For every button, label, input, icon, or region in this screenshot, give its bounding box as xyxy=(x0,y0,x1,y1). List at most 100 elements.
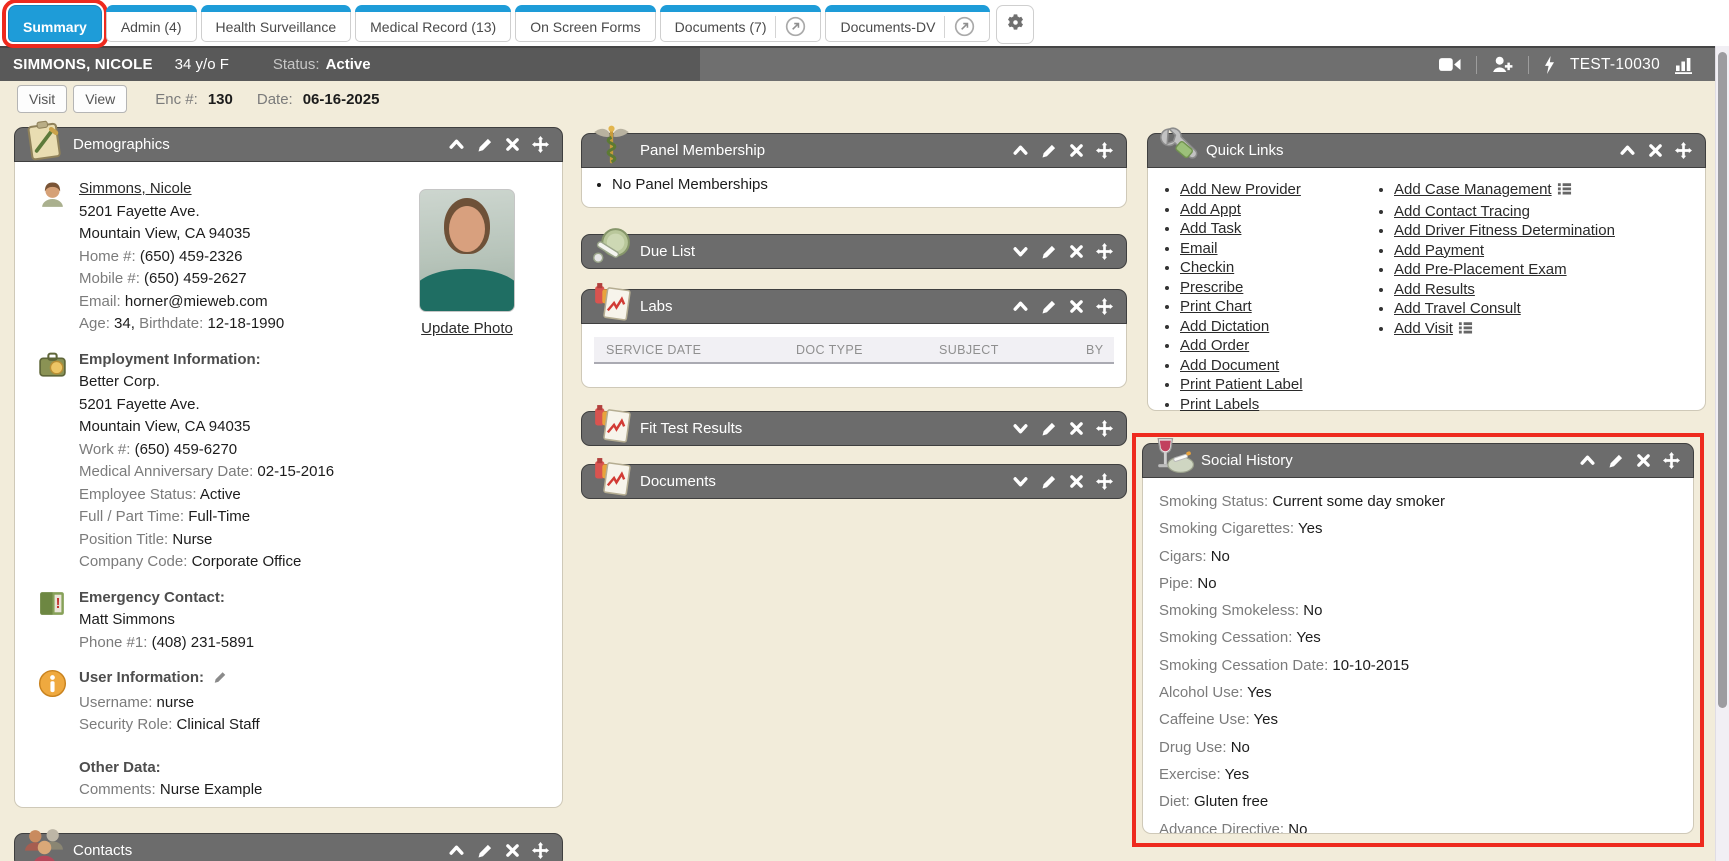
menu-list-icon[interactable] xyxy=(1557,181,1572,202)
move-cross-icon[interactable] xyxy=(532,136,549,153)
move-cross-icon[interactable] xyxy=(1675,142,1692,159)
popout-arrow-icon[interactable] xyxy=(775,16,806,38)
visit-button[interactable]: Visit xyxy=(17,85,67,113)
close-x-icon[interactable] xyxy=(1069,299,1084,314)
edit-pencil-icon[interactable] xyxy=(1041,143,1057,159)
close-x-icon[interactable] xyxy=(1648,143,1663,158)
due-list-header[interactable]: Due List xyxy=(581,234,1127,269)
collapse-chevron-icon[interactable] xyxy=(1012,298,1029,315)
patient-photo-block: Update Photo xyxy=(419,189,515,337)
settings-gear-button[interactable] xyxy=(996,5,1034,44)
vertical-scrollbar[interactable] xyxy=(1715,46,1729,861)
column-header[interactable]: SERVICE DATE xyxy=(594,343,784,357)
quick-link[interactable]: Print Chart xyxy=(1180,298,1252,315)
tab-summary[interactable]: Summary xyxy=(8,5,102,42)
edit-pencil-icon[interactable] xyxy=(1041,474,1057,490)
update-photo-link[interactable]: Update Photo xyxy=(421,320,513,337)
close-x-icon[interactable] xyxy=(1069,474,1084,489)
edit-pencil-icon[interactable] xyxy=(1041,244,1057,260)
lightning-bolt-icon[interactable] xyxy=(1544,56,1555,74)
move-cross-icon[interactable] xyxy=(1096,298,1113,315)
collapse-chevron-icon[interactable] xyxy=(448,842,465,859)
quick-link[interactable]: Checkin xyxy=(1180,259,1234,276)
section-heading: Employment Information: xyxy=(79,349,544,372)
bar-chart-icon[interactable] xyxy=(1675,56,1695,74)
menu-list-icon[interactable] xyxy=(1458,320,1473,341)
quick-link[interactable]: Add Case Management xyxy=(1394,181,1552,198)
quick-link[interactable]: Add Travel Consult xyxy=(1394,300,1521,317)
expand-chevron-icon[interactable] xyxy=(1012,473,1029,490)
close-x-icon[interactable] xyxy=(1069,421,1084,436)
social-history-body: Smoking Status: Current some day smoker … xyxy=(1142,478,1694,834)
expand-chevron-icon[interactable] xyxy=(1012,420,1029,437)
move-cross-icon[interactable] xyxy=(1663,452,1680,469)
panel-membership-header[interactable]: Panel Membership xyxy=(581,133,1127,168)
patient-name-link[interactable]: Simmons, Nicole xyxy=(79,180,192,197)
lab-flask-chart-icon xyxy=(589,402,634,447)
column-header[interactable]: BY xyxy=(1074,343,1114,357)
move-cross-icon[interactable] xyxy=(1096,243,1113,260)
column-header[interactable]: SUBJECT xyxy=(927,343,1074,357)
edit-pencil-icon[interactable] xyxy=(1608,453,1624,469)
quick-link[interactable]: Add Dictation xyxy=(1180,318,1269,335)
move-cross-icon[interactable] xyxy=(1096,473,1113,490)
tab-documents[interactable]: Documents (7) xyxy=(660,5,822,42)
collapse-chevron-icon[interactable] xyxy=(448,136,465,153)
move-cross-icon[interactable] xyxy=(532,842,549,859)
quick-link[interactable]: Add Payment xyxy=(1394,242,1484,259)
collapse-chevron-icon[interactable] xyxy=(1012,142,1029,159)
quick-link[interactable]: Add New Provider xyxy=(1180,181,1301,198)
chart-id[interactable]: TEST-10030 xyxy=(1570,56,1660,74)
patient-name: SIMMONS, NICOLE xyxy=(13,56,153,73)
quick-link[interactable]: Add Appt xyxy=(1180,201,1241,218)
edit-pencil-icon[interactable] xyxy=(213,669,227,692)
quick-link[interactable]: Add Visit xyxy=(1394,320,1453,337)
edit-pencil-icon[interactable] xyxy=(1041,421,1057,437)
quick-link[interactable]: Add Task xyxy=(1180,220,1241,237)
view-button[interactable]: View xyxy=(73,85,127,113)
tab-medical-record[interactable]: Medical Record (13) xyxy=(355,5,511,42)
quick-links-header[interactable]: Quick Links xyxy=(1147,133,1706,168)
contacts-panel-header[interactable]: Contacts xyxy=(14,833,563,861)
expand-chevron-icon[interactable] xyxy=(1012,243,1029,260)
collapse-chevron-icon[interactable] xyxy=(1579,452,1596,469)
scrollbar-thumb[interactable] xyxy=(1718,52,1727,708)
move-cross-icon[interactable] xyxy=(1096,420,1113,437)
social-history-header[interactable]: Social History xyxy=(1142,443,1694,478)
move-cross-icon[interactable] xyxy=(1096,142,1113,159)
quick-link[interactable]: Add Contact Tracing xyxy=(1394,203,1530,220)
quick-link[interactable]: Print Labels xyxy=(1180,396,1259,413)
tab-on-screen-forms[interactable]: On Screen Forms xyxy=(515,5,655,42)
labs-header[interactable]: Labs xyxy=(581,289,1127,324)
quick-link[interactable]: Prescribe xyxy=(1180,279,1243,296)
quick-link[interactable]: Add Document xyxy=(1180,357,1279,374)
quick-link[interactable]: Add Pre-Placement Exam xyxy=(1394,261,1567,278)
social-history-row: Alcohol Use: Yes xyxy=(1159,679,1677,706)
quick-link[interactable]: Add Driver Fitness Determination xyxy=(1394,222,1615,239)
quick-link[interactable]: Add Results xyxy=(1394,281,1475,298)
caduceus-icon xyxy=(589,124,634,169)
fit-test-results-header[interactable]: Fit Test Results xyxy=(581,411,1127,446)
collapse-chevron-icon[interactable] xyxy=(1619,142,1636,159)
close-x-icon[interactable] xyxy=(505,137,520,152)
panel-title: Due List xyxy=(640,243,695,260)
edit-pencil-icon[interactable] xyxy=(1041,299,1057,315)
popout-arrow-icon[interactable] xyxy=(944,16,975,38)
column-header[interactable]: DOC TYPE xyxy=(784,343,927,357)
edit-pencil-icon[interactable] xyxy=(477,137,493,153)
tab-health-surveillance[interactable]: Health Surveillance xyxy=(201,5,352,42)
close-x-icon[interactable] xyxy=(1636,453,1651,468)
close-x-icon[interactable] xyxy=(505,843,520,858)
quick-link[interactable]: Add Order xyxy=(1180,337,1249,354)
tab-admin[interactable]: Admin (4) xyxy=(106,5,197,42)
quick-link[interactable]: Print Patient Label xyxy=(1180,376,1303,393)
edit-pencil-icon[interactable] xyxy=(477,843,493,859)
person-add-icon[interactable] xyxy=(1492,56,1513,73)
close-x-icon[interactable] xyxy=(1069,244,1084,259)
video-camera-icon[interactable] xyxy=(1439,57,1461,72)
demographics-panel-header[interactable]: Demographics xyxy=(14,127,563,162)
quick-link[interactable]: Email xyxy=(1180,240,1218,257)
documents-header[interactable]: Documents xyxy=(581,464,1127,499)
close-x-icon[interactable] xyxy=(1069,143,1084,158)
tab-documents-dv[interactable]: Documents-DV xyxy=(825,5,990,42)
